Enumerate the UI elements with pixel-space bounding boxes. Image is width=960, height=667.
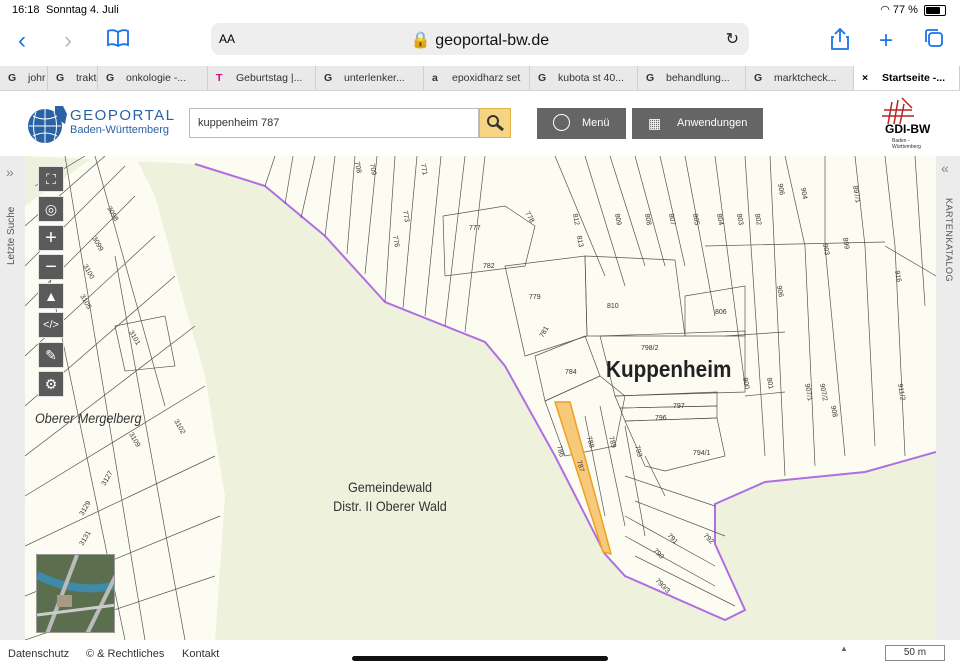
svg-text:797: 797 [673, 403, 685, 410]
logo-subtitle: Baden-Württemberg [70, 124, 170, 136]
zoom-out-button[interactable]: − [38, 254, 64, 280]
tab-item[interactable]: Gjohr [0, 66, 48, 90]
legal-link[interactable]: © & Rechtliches [86, 648, 164, 660]
status-date: Sonntag 4. Juli [46, 4, 119, 16]
svg-text:796: 796 [655, 415, 667, 422]
home-indicator [352, 656, 608, 661]
menu-button[interactable]: Menü [537, 108, 626, 139]
logo-title: GEOPORTAL [70, 107, 176, 124]
scale-bar: 50 m [885, 645, 945, 661]
svg-text:782: 782 [483, 263, 495, 270]
search-input[interactable] [190, 109, 478, 137]
locate-button[interactable]: ◎ [38, 196, 64, 222]
grid-icon: ▦ [648, 115, 662, 131]
tab-item[interactable]: a epoxidharz set [424, 66, 530, 90]
state-outline-icon: ▲ [44, 288, 58, 304]
geoportal-header: GEOPORTAL Baden-Württemberg Menü ▦ Anwen… [0, 92, 960, 156]
footer: Datenschutz © & Rechtliches Kontakt ▲ [0, 640, 960, 667]
status-time: 16:18 [12, 4, 40, 16]
svg-text:806: 806 [715, 309, 727, 316]
tab-item[interactable]: Gbehandlung... [638, 66, 746, 90]
search-icon [487, 115, 504, 132]
gdi-subtitle: Baden - Württemberg [892, 138, 921, 150]
tab-item[interactable]: Gunterlenker... [316, 66, 424, 90]
code-icon: </> [43, 319, 59, 331]
gdi-title: GDI-BW [885, 122, 931, 136]
tab-item[interactable]: Gtrakto [48, 66, 98, 90]
svg-text:784: 784 [565, 369, 577, 376]
lock-icon: 🔒 [410, 32, 431, 49]
contact-link[interactable]: Kontakt [182, 648, 219, 660]
tab-item[interactable]: Gmarktcheck... [746, 66, 854, 90]
geoportal-logo-icon[interactable] [25, 104, 69, 144]
minus-icon: − [45, 256, 57, 278]
browser-toolbar: ‹ › AA 🔒 geoportal-bw.de ↻ + [0, 20, 960, 62]
fullscreen-button[interactable]: ⛶ [38, 166, 64, 192]
svg-text:777: 777 [469, 225, 481, 232]
tab-strip: Gjohr Gtrakto Gonkologie -... TGeburtsta… [0, 66, 960, 91]
battery-percent: 77 % [892, 4, 918, 16]
privacy-link[interactable]: Datenschutz [8, 648, 69, 660]
svg-text:794/1: 794/1 [693, 450, 711, 457]
battery-icon [924, 4, 946, 16]
map-catalog-label[interactable]: KARTENKATALOG [944, 198, 954, 282]
apps-button[interactable]: ▦ Anwendungen [632, 108, 763, 139]
basemap-switcher[interactable] [36, 554, 115, 633]
draw-tool-button[interactable]: ✎ [38, 342, 64, 368]
tab-item[interactable]: T Geburtstag |... [208, 66, 316, 90]
cadastral-map[interactable]: 708 709 771 773 776 777 778 782 779 781 … [25, 156, 936, 640]
tab-item-active[interactable]: × Startseite -... [854, 66, 960, 90]
brush-icon: ✎ [45, 347, 57, 363]
recent-search-label[interactable]: Letzte Suche [6, 207, 17, 265]
svg-text:798/2: 798/2 [641, 345, 659, 352]
svg-text:810: 810 [607, 303, 619, 310]
back-button[interactable]: ‹ [8, 28, 36, 54]
search-box [189, 108, 479, 138]
new-tab-icon[interactable]: + [872, 28, 900, 54]
town-label: Kuppenheim [606, 356, 732, 382]
map-canvas[interactable]: 708 709 771 773 776 777 778 782 779 781 … [25, 156, 936, 640]
battery-indicator: ◠ 77 % [880, 3, 946, 16]
search-button[interactable] [479, 108, 511, 138]
plus-icon: + [45, 227, 57, 249]
url-text: 🔒 geoportal-bw.de [410, 32, 550, 49]
gear-icon: ⚙ [44, 376, 58, 392]
expand-left-icon[interactable]: » [6, 164, 14, 180]
tab-item[interactable]: Gonkologie -... [98, 66, 208, 90]
place-label: Oberer Mergelberg [35, 410, 142, 426]
tabs-overview-icon[interactable] [920, 28, 948, 54]
target-icon: ◎ [44, 201, 58, 217]
share-icon[interactable] [826, 27, 854, 54]
forest-label: Gemeindewald Distr. II Oberer Wald [333, 479, 447, 514]
zoom-in-button[interactable]: + [38, 225, 64, 251]
forward-button[interactable]: › [54, 28, 82, 54]
tab-item[interactable]: Gkubota st 40... [530, 66, 638, 90]
status-bar: 16:18 Sonntag 4. Juli ◠ 77 % [0, 0, 960, 20]
fullscreen-icon: ⛶ [46, 171, 56, 187]
svg-text:779: 779 [529, 294, 541, 301]
settings-button[interactable]: ⚙ [38, 371, 64, 397]
home-extent-button[interactable]: ▲ [38, 283, 64, 309]
collapse-icon[interactable]: ▲ [840, 644, 848, 653]
reload-icon[interactable]: ↻ [726, 29, 739, 49]
menu-icon [553, 114, 570, 131]
expand-right-icon[interactable]: « [941, 160, 949, 176]
aerial-thumbnail [37, 555, 114, 632]
wifi-icon: ◠ [880, 4, 890, 16]
address-bar[interactable]: AA 🔒 geoportal-bw.de ↻ [211, 23, 749, 55]
bookmarks-icon[interactable] [104, 28, 132, 54]
embed-code-button[interactable]: </> [38, 312, 64, 338]
